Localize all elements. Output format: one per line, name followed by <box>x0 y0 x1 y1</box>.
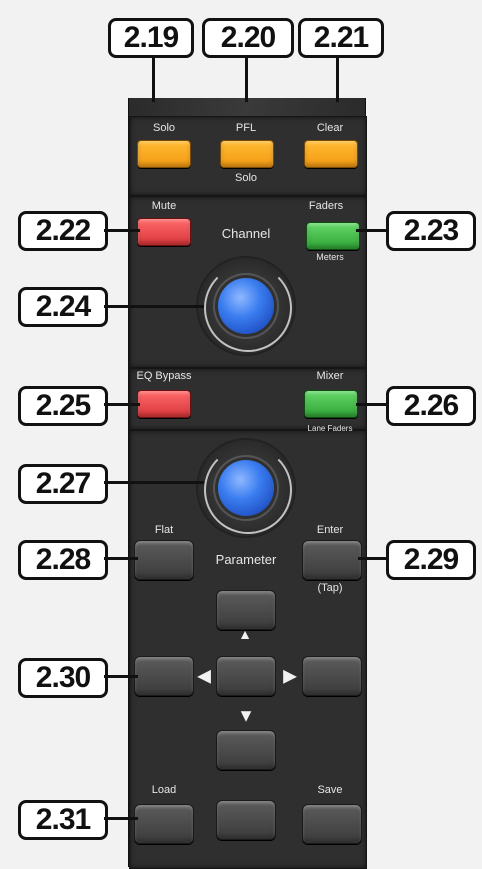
callout-2-30: 2.30 <box>18 658 108 698</box>
up-button[interactable] <box>216 590 276 630</box>
mixer-button[interactable] <box>304 390 358 418</box>
leader-2-22 <box>104 229 140 232</box>
solo-button[interactable] <box>137 140 191 168</box>
eq-bypass-label: EQ Bypass <box>136 370 192 382</box>
leader-2-28 <box>104 557 138 560</box>
down-button[interactable] <box>216 730 276 770</box>
callout-2-31: 2.31 <box>18 800 108 840</box>
arrow-down-icon: ▼ <box>237 705 255 726</box>
mute-label: Mute <box>151 200 177 212</box>
arrow-left-icon: ◀ <box>197 665 211 686</box>
faders-sub-label: Meters <box>316 252 344 262</box>
leader-2-26 <box>356 403 388 406</box>
callout-2-24: 2.24 <box>18 287 108 327</box>
load-label: Load <box>151 784 177 796</box>
pfl-button[interactable] <box>220 140 274 168</box>
callout-2-29: 2.29 <box>386 540 476 580</box>
callout-2-26: 2.26 <box>386 386 476 426</box>
flat-label: Flat <box>154 524 174 536</box>
channel-label: Channel <box>221 226 271 241</box>
channel-knob-well <box>198 258 294 354</box>
callout-2-28: 2.28 <box>18 540 108 580</box>
leader-2-25 <box>104 403 140 406</box>
right-nav-button[interactable] <box>302 656 362 696</box>
pfl-label: PFL <box>235 122 257 134</box>
load-button[interactable] <box>134 804 194 844</box>
callout-2-21: 2.21 <box>298 18 384 58</box>
save-label: Save <box>317 784 343 796</box>
callout-2-23: 2.23 <box>386 211 476 251</box>
pfl-sub-label: Solo <box>234 172 258 184</box>
leader-2-31 <box>104 817 138 820</box>
eq-bypass-button[interactable] <box>137 390 191 418</box>
channel-knob[interactable] <box>218 278 274 334</box>
parameter-label: Parameter <box>215 552 277 567</box>
leader-2-27 <box>104 481 204 484</box>
leader-2-29 <box>358 557 388 560</box>
leader-2-19 <box>152 58 155 102</box>
callout-2-20: 2.20 <box>202 18 294 58</box>
leader-2-30 <box>104 675 138 678</box>
leader-2-20 <box>245 58 248 102</box>
leader-2-21 <box>336 58 339 102</box>
mute-button[interactable] <box>137 218 191 246</box>
callout-2-27: 2.27 <box>18 464 108 504</box>
left-nav-button[interactable] <box>134 656 194 696</box>
center-nav-button[interactable] <box>216 656 276 696</box>
callout-2-22: 2.22 <box>18 211 108 251</box>
callout-2-25: 2.25 <box>18 386 108 426</box>
mixer-sub-label: Lane Faders <box>307 424 353 433</box>
clear-button[interactable] <box>304 140 358 168</box>
solo-label: Solo <box>152 122 176 134</box>
clear-label: Clear <box>316 122 344 134</box>
leader-2-24 <box>104 305 204 308</box>
mixer-label: Mixer <box>316 370 344 382</box>
faders-button[interactable] <box>306 222 360 250</box>
arrow-up-icon: ▲ <box>238 626 252 642</box>
enter-button[interactable] <box>302 540 362 580</box>
arrow-right-icon: ▶ <box>283 665 297 686</box>
parameter-knob-well <box>198 440 294 536</box>
parameter-knob[interactable] <box>218 460 274 516</box>
callout-2-19: 2.19 <box>108 18 194 58</box>
faders-label: Faders <box>308 200 344 212</box>
bottom-center-button[interactable] <box>216 800 276 840</box>
tap-label: (Tap) <box>317 582 343 594</box>
save-button[interactable] <box>302 804 362 844</box>
enter-label: Enter <box>316 524 344 536</box>
leader-2-23 <box>356 229 388 232</box>
flat-button[interactable] <box>134 540 194 580</box>
